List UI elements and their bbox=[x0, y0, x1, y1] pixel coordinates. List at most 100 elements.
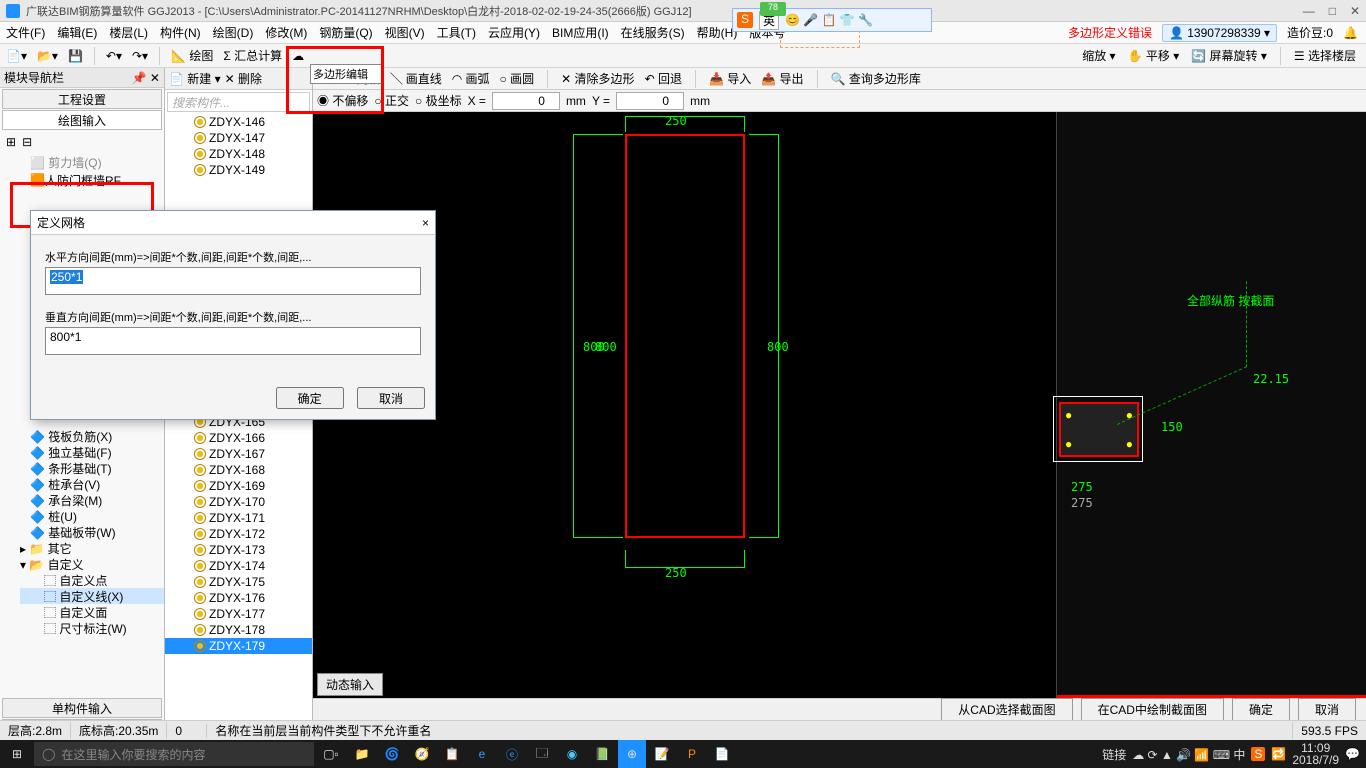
user-id[interactable]: 👤 13907298339 ▾ bbox=[1162, 24, 1277, 42]
menu-rebar[interactable]: 钢筋量(Q) bbox=[313, 24, 378, 41]
export-button[interactable]: 📤 导出 bbox=[761, 70, 803, 87]
dialog-close-button[interactable]: × bbox=[422, 216, 429, 230]
sum-button[interactable]: Σ 汇总计算 bbox=[221, 47, 284, 64]
polar-radio[interactable]: ○ 极坐标 bbox=[415, 92, 462, 109]
shear-wall-node[interactable]: ⬜ 剪力墙(Q) bbox=[0, 153, 164, 171]
tree-node[interactable]: 🔷 桩承台(V) bbox=[20, 476, 164, 492]
draw-circle-button[interactable]: ○ 画圆 bbox=[500, 70, 535, 87]
cloud-icon[interactable]: ☁ bbox=[290, 49, 306, 63]
import-button[interactable]: 📥 导入 bbox=[709, 70, 751, 87]
menu-file[interactable]: 文件(F) bbox=[0, 24, 51, 41]
rf-wall-node[interactable]: 🟧 人防门框墙RF bbox=[0, 171, 164, 189]
task-icon-1[interactable]: 📁 bbox=[348, 740, 376, 768]
dialog-cancel-button[interactable]: 取消 bbox=[357, 387, 425, 409]
section-canvas[interactable]: 全部纵筋 按截面 ● ● ● ● 22.15 150 275 275 bbox=[1056, 112, 1366, 698]
list-item[interactable]: ZDYX-174 bbox=[165, 558, 312, 574]
draw-input-tab[interactable]: 绘图输入 bbox=[2, 110, 162, 130]
cad-select-button[interactable]: 从CAD选择截面图 bbox=[941, 698, 1072, 721]
menu-online[interactable]: 在线服务(S) bbox=[615, 24, 691, 41]
save-icon[interactable]: 💾 bbox=[66, 49, 85, 63]
task-icon-12[interactable]: 📄 bbox=[708, 740, 736, 768]
search-input[interactable]: 搜索构件... bbox=[167, 92, 310, 112]
list-item[interactable]: ZDYX-169 bbox=[165, 478, 312, 494]
task-icon-2[interactable]: 🌀 bbox=[378, 740, 406, 768]
close-button[interactable]: ✕ bbox=[1350, 4, 1360, 18]
menu-component[interactable]: 构件(N) bbox=[154, 24, 207, 41]
tree-node[interactable]: 🔷 筏板负筋(X) bbox=[20, 428, 164, 444]
list-item[interactable]: ZDYX-167 bbox=[165, 446, 312, 462]
list-item[interactable]: ZDYX-149 bbox=[165, 162, 312, 178]
task-view-icon[interactable]: ▢▫ bbox=[314, 740, 348, 768]
list-item[interactable]: ZDYX-146 bbox=[165, 114, 312, 130]
task-icon-6[interactable]: 🗔 bbox=[528, 740, 556, 768]
delete-button[interactable]: ✕ 删除 bbox=[225, 70, 262, 87]
y-input[interactable] bbox=[616, 92, 684, 110]
select-floor-button[interactable]: ☰ 选择楼层 bbox=[1292, 47, 1358, 65]
menu-draw[interactable]: 绘图(D) bbox=[207, 24, 260, 41]
tree-node[interactable]: ⬚ 自定义点 bbox=[20, 572, 164, 588]
v-spacing-input[interactable]: 800*1 bbox=[45, 327, 421, 355]
tree-node[interactable]: 🔷 桩(U) bbox=[20, 508, 164, 524]
tree-node[interactable]: ⬚ 自定义线(X) bbox=[20, 588, 164, 604]
task-icon-10[interactable]: 📝 bbox=[648, 740, 676, 768]
menu-view[interactable]: 视图(V) bbox=[379, 24, 431, 41]
open-file-icon[interactable]: 📂▾ bbox=[35, 49, 60, 63]
project-settings-tab[interactable]: 工程设置 bbox=[2, 89, 162, 109]
undo-icon[interactable]: ↶▾ bbox=[104, 49, 124, 63]
menu-floor[interactable]: 楼层(L) bbox=[103, 24, 154, 41]
list-item[interactable]: ZDYX-171 bbox=[165, 510, 312, 526]
tree-node[interactable]: ▸ 📁 其它 bbox=[20, 540, 164, 556]
new-button[interactable]: 📄 新建 ▾ bbox=[169, 70, 221, 87]
ortho-radio[interactable]: ○ 正交 bbox=[374, 92, 409, 109]
task-icon-4[interactable]: 📋 bbox=[438, 740, 466, 768]
poly-edit-popup[interactable]: 多边形编辑 bbox=[310, 64, 384, 84]
tree-node[interactable]: ⬚ 自定义面 bbox=[20, 604, 164, 620]
tray-icons[interactable]: ☁ ⟳ ▲ 🔊 📶 ⌨ 中 bbox=[1132, 746, 1245, 763]
list-item[interactable]: ZDYX-178 bbox=[165, 622, 312, 638]
cad-draw-button[interactable]: 在CAD中绘制截面图 bbox=[1081, 698, 1224, 721]
cancel-button[interactable]: 取消 bbox=[1298, 698, 1356, 721]
task-icon-7[interactable]: ◉ bbox=[558, 740, 586, 768]
dynamic-input-button[interactable]: 动态输入 bbox=[317, 673, 383, 696]
pin-icon[interactable]: 📌 ✕ bbox=[132, 71, 160, 85]
draw-arc-button[interactable]: ◠ 画弧 bbox=[452, 70, 490, 87]
dialog-ok-button[interactable]: 确定 bbox=[276, 387, 344, 409]
notification-icon[interactable]: 💬 bbox=[1345, 747, 1360, 761]
task-icon-11[interactable]: P bbox=[678, 740, 706, 768]
new-file-icon[interactable]: 📄▾ bbox=[4, 49, 29, 63]
single-input-tab[interactable]: 单构件输入 bbox=[2, 698, 162, 718]
taskbar-search[interactable]: ◯ 在这里输入你要搜索的内容 bbox=[34, 742, 314, 766]
draw-button[interactable]: 📐 绘图 bbox=[169, 47, 215, 64]
list-item[interactable]: ZDYX-175 bbox=[165, 574, 312, 590]
task-icon-ie[interactable]: ⓔ bbox=[498, 740, 526, 768]
tree-node[interactable]: 🔷 条形基础(T) bbox=[20, 460, 164, 476]
link-label[interactable]: 链接 bbox=[1102, 746, 1126, 763]
list-item[interactable]: ZDYX-148 bbox=[165, 146, 312, 162]
undo-button[interactable]: ↶ 回退 bbox=[645, 70, 682, 87]
ok-button[interactable]: 确定 bbox=[1232, 698, 1290, 721]
list-item[interactable]: ZDYX-179 bbox=[165, 638, 312, 654]
task-icon-edge[interactable]: e bbox=[468, 740, 496, 768]
query-poly-button[interactable]: 🔍 查询多边形库 bbox=[831, 70, 921, 87]
tree-node[interactable]: 🔷 独立基础(F) bbox=[20, 444, 164, 460]
start-button[interactable]: ⊞ bbox=[0, 740, 34, 768]
zoom-button[interactable]: 缩放 ▾ bbox=[1080, 47, 1117, 65]
list-item[interactable]: ZDYX-173 bbox=[165, 542, 312, 558]
menu-modify[interactable]: 修改(M) bbox=[259, 24, 313, 41]
pan-button[interactable]: ✋ 平移 ▾ bbox=[1126, 47, 1182, 65]
tree-node[interactable]: 🔷 承台梁(M) bbox=[20, 492, 164, 508]
menu-edit[interactable]: 编辑(E) bbox=[51, 24, 103, 41]
tree-node[interactable]: ⬚ 尺寸标注(W) bbox=[20, 620, 164, 636]
list-item[interactable]: ZDYX-170 bbox=[165, 494, 312, 510]
task-icon-8[interactable]: 📗 bbox=[588, 740, 616, 768]
h-spacing-input[interactable]: 250*1 bbox=[45, 267, 421, 295]
list-item[interactable]: ZDYX-166 bbox=[165, 430, 312, 446]
draw-line-button[interactable]: ╲ 画直线 bbox=[390, 70, 441, 87]
minimize-button[interactable]: — bbox=[1303, 4, 1315, 18]
list-item[interactable]: ZDYX-177 bbox=[165, 606, 312, 622]
sogou-tray-icon[interactable]: S bbox=[1251, 747, 1265, 761]
list-item[interactable]: ZDYX-147 bbox=[165, 130, 312, 146]
maximize-button[interactable]: □ bbox=[1329, 4, 1336, 18]
rotate-button[interactable]: 🔄 屏幕旋转 ▾ bbox=[1189, 47, 1269, 65]
task-icon-9[interactable]: ⊕ bbox=[618, 740, 646, 768]
